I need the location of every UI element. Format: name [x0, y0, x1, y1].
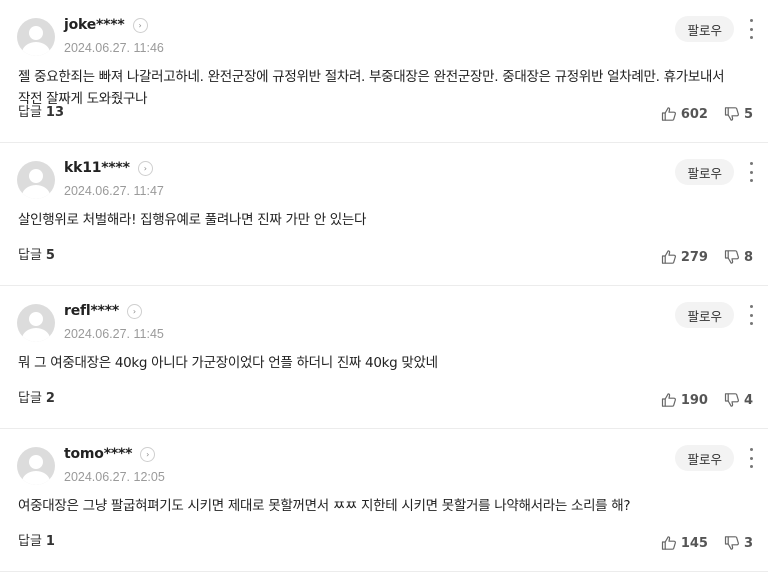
comment-date: 2024.06.27. 11:46 — [64, 41, 164, 55]
avatar[interactable] — [17, 161, 55, 199]
avatar-body-shape — [22, 185, 50, 199]
nickname-row: kk11**** › — [64, 159, 153, 177]
like-button[interactable]: 190 — [661, 392, 708, 408]
chevron-right-icon[interactable]: › — [132, 17, 148, 33]
thumbs-up-icon — [661, 250, 676, 264]
like-button[interactable]: 145 — [661, 535, 708, 551]
avatar-body-shape — [22, 328, 50, 342]
more-options-icon[interactable] — [748, 162, 754, 182]
more-options-icon[interactable] — [748, 305, 754, 325]
nickname[interactable]: kk11**** — [64, 160, 130, 176]
dislike-button[interactable]: 8 — [724, 249, 753, 265]
avatar-body-shape — [22, 42, 50, 56]
thumbs-up-icon — [661, 107, 676, 121]
comment-text: 젤 중요한죄는 빠져 나갈러고하네. 완전군장에 규정위반 절차려. 부중대장은… — [18, 69, 725, 107]
reply-count: 1 — [45, 534, 55, 549]
vote-group: 602 5 — [661, 106, 753, 122]
reply-label: 답글 — [18, 105, 42, 120]
avatar-head-shape — [29, 26, 43, 40]
chevron-right-icon[interactable]: › — [126, 303, 142, 319]
reply-label: 답글 — [18, 391, 42, 406]
like-count: 190 — [680, 392, 708, 408]
thumbs-up-icon — [661, 393, 676, 407]
reply-button[interactable]: 답글 1 — [18, 530, 55, 549]
avatar-head-shape — [29, 312, 43, 326]
follow-button[interactable]: 팔로우 — [675, 302, 734, 328]
dislike-count: 8 — [743, 249, 753, 265]
like-count: 145 — [680, 535, 708, 551]
comment-text: 여중대장은 그냥 팔굽혀펴기도 시키면 제대로 못할꺼면서 ㅉㅉ 지한테 시키면… — [18, 498, 631, 514]
thumbs-down-icon — [724, 250, 739, 264]
reply-count: 5 — [45, 248, 55, 263]
reply-button[interactable]: 답글 5 — [18, 244, 55, 263]
dislike-button[interactable]: 4 — [724, 392, 753, 408]
avatar[interactable] — [17, 447, 55, 485]
thumbs-down-icon — [724, 107, 739, 121]
comment-date: 2024.06.27. 11:47 — [64, 184, 164, 198]
dislike-count: 3 — [743, 535, 753, 551]
avatar-body-shape — [22, 471, 50, 485]
like-button[interactable]: 602 — [661, 106, 708, 122]
dislike-button[interactable]: 5 — [724, 106, 753, 122]
nickname[interactable]: joke**** — [64, 17, 125, 33]
thumbs-up-icon — [661, 536, 676, 550]
vote-group: 190 4 — [661, 392, 753, 408]
vote-group: 145 3 — [661, 535, 753, 551]
thumbs-down-icon — [724, 536, 739, 550]
comment-list: joke**** › 2024.06.27. 11:46 팔로우 젤 중요한죄는… — [0, 0, 768, 572]
dislike-count: 4 — [743, 392, 753, 408]
comment-item: kk11**** › 2024.06.27. 11:47 팔로우 살인행위로 처… — [0, 143, 768, 286]
thumbs-down-icon — [724, 393, 739, 407]
comment-date: 2024.06.27. 11:45 — [64, 327, 164, 341]
comment-text: 뭐 그 여중대장은 40kg 아니다 가군장이었다 언플 하더니 진짜 40kg… — [18, 355, 438, 371]
nickname-row: tomo**** › — [64, 445, 156, 463]
avatar-head-shape — [29, 169, 43, 183]
comment-item: tomo**** › 2024.06.27. 12:05 팔로우 여중대장은 그… — [0, 429, 768, 572]
nickname[interactable]: tomo**** — [64, 446, 132, 462]
like-count: 602 — [680, 106, 708, 122]
avatar-head-shape — [29, 455, 43, 469]
vote-group: 279 8 — [661, 249, 753, 265]
nickname[interactable]: refl**** — [64, 303, 119, 319]
reply-count: 2 — [45, 391, 55, 406]
avatar[interactable] — [17, 18, 55, 56]
reply-button[interactable]: 답글 2 — [18, 387, 55, 406]
reply-label: 답글 — [18, 248, 42, 263]
comment-item: refl**** › 2024.06.27. 11:45 팔로우 뭐 그 여중대… — [0, 286, 768, 429]
nickname-row: refl**** › — [64, 302, 142, 320]
nickname-row: joke**** › — [64, 16, 148, 34]
more-options-icon[interactable] — [748, 19, 754, 39]
like-count: 279 — [680, 249, 708, 265]
like-button[interactable]: 279 — [661, 249, 708, 265]
dislike-button[interactable]: 3 — [724, 535, 753, 551]
more-options-icon[interactable] — [748, 448, 754, 468]
avatar[interactable] — [17, 304, 55, 342]
dislike-count: 5 — [743, 106, 753, 122]
follow-button[interactable]: 팔로우 — [675, 445, 734, 471]
reply-label: 답글 — [18, 534, 42, 549]
comment-date: 2024.06.27. 12:05 — [64, 470, 165, 484]
follow-button[interactable]: 팔로우 — [675, 16, 734, 42]
chevron-right-icon[interactable]: › — [140, 446, 156, 462]
chevron-right-icon[interactable]: › — [137, 160, 153, 176]
reply-button[interactable]: 답글 13 — [18, 101, 64, 120]
reply-count: 13 — [45, 105, 65, 120]
comment-item: joke**** › 2024.06.27. 11:46 팔로우 젤 중요한죄는… — [0, 0, 768, 143]
comment-text: 살인행위로 처벌해라! 집행유예로 풀려나면 진짜 가만 안 있는다 — [18, 212, 367, 228]
follow-button[interactable]: 팔로우 — [675, 159, 734, 185]
